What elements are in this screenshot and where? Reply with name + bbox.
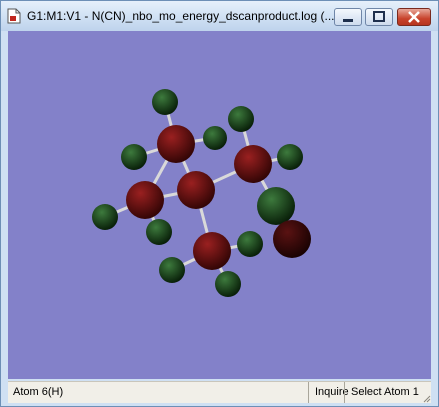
document-icon [7,8,21,24]
mode-status: Inquire [308,382,349,403]
atom-h-11[interactable] [146,219,172,245]
atom-h-1[interactable] [152,89,178,115]
atom-h-16[interactable] [159,257,185,283]
action-status: Select Atom 1 [344,382,419,403]
molecule-viewport[interactable] [8,31,431,379]
atom-h-5[interactable] [277,144,303,170]
atom-h-10[interactable] [92,204,118,230]
resize-grip-icon[interactable] [421,393,431,403]
maximize-icon [373,11,385,22]
status-bar: Atom 6(H) Inquire Select Atom 1 [8,381,431,403]
atom-h-2[interactable] [203,126,227,150]
atom-c-9[interactable] [126,181,164,219]
atom-h-3[interactable] [228,106,254,132]
minimize-button[interactable] [334,8,362,26]
atom-c-8[interactable] [177,171,215,209]
close-icon [408,11,420,23]
atom-c-14[interactable] [193,232,231,270]
minimize-icon [343,19,353,22]
atom-c-7[interactable] [234,145,272,183]
selected-atom-status: Atom 6(H) [13,386,64,398]
close-button[interactable] [397,8,431,26]
atom-h-12[interactable] [257,187,295,225]
atom-h-15[interactable] [237,231,263,257]
atom-h-4[interactable] [121,144,147,170]
atom-n-13[interactable] [273,220,311,258]
app-window: G1:M1:V1 - N(CN)_nbo_mo_energy_dscanprod… [0,0,439,407]
title-bar[interactable]: G1:M1:V1 - N(CN)_nbo_mo_energy_dscanprod… [1,1,438,31]
maximize-button[interactable] [365,8,393,26]
molecule-canvas[interactable] [8,31,431,379]
window-title: G1:M1:V1 - N(CN)_nbo_mo_energy_dscanprod… [27,9,335,23]
atom-h-17[interactable] [215,271,241,297]
atom-c-6[interactable] [157,125,195,163]
